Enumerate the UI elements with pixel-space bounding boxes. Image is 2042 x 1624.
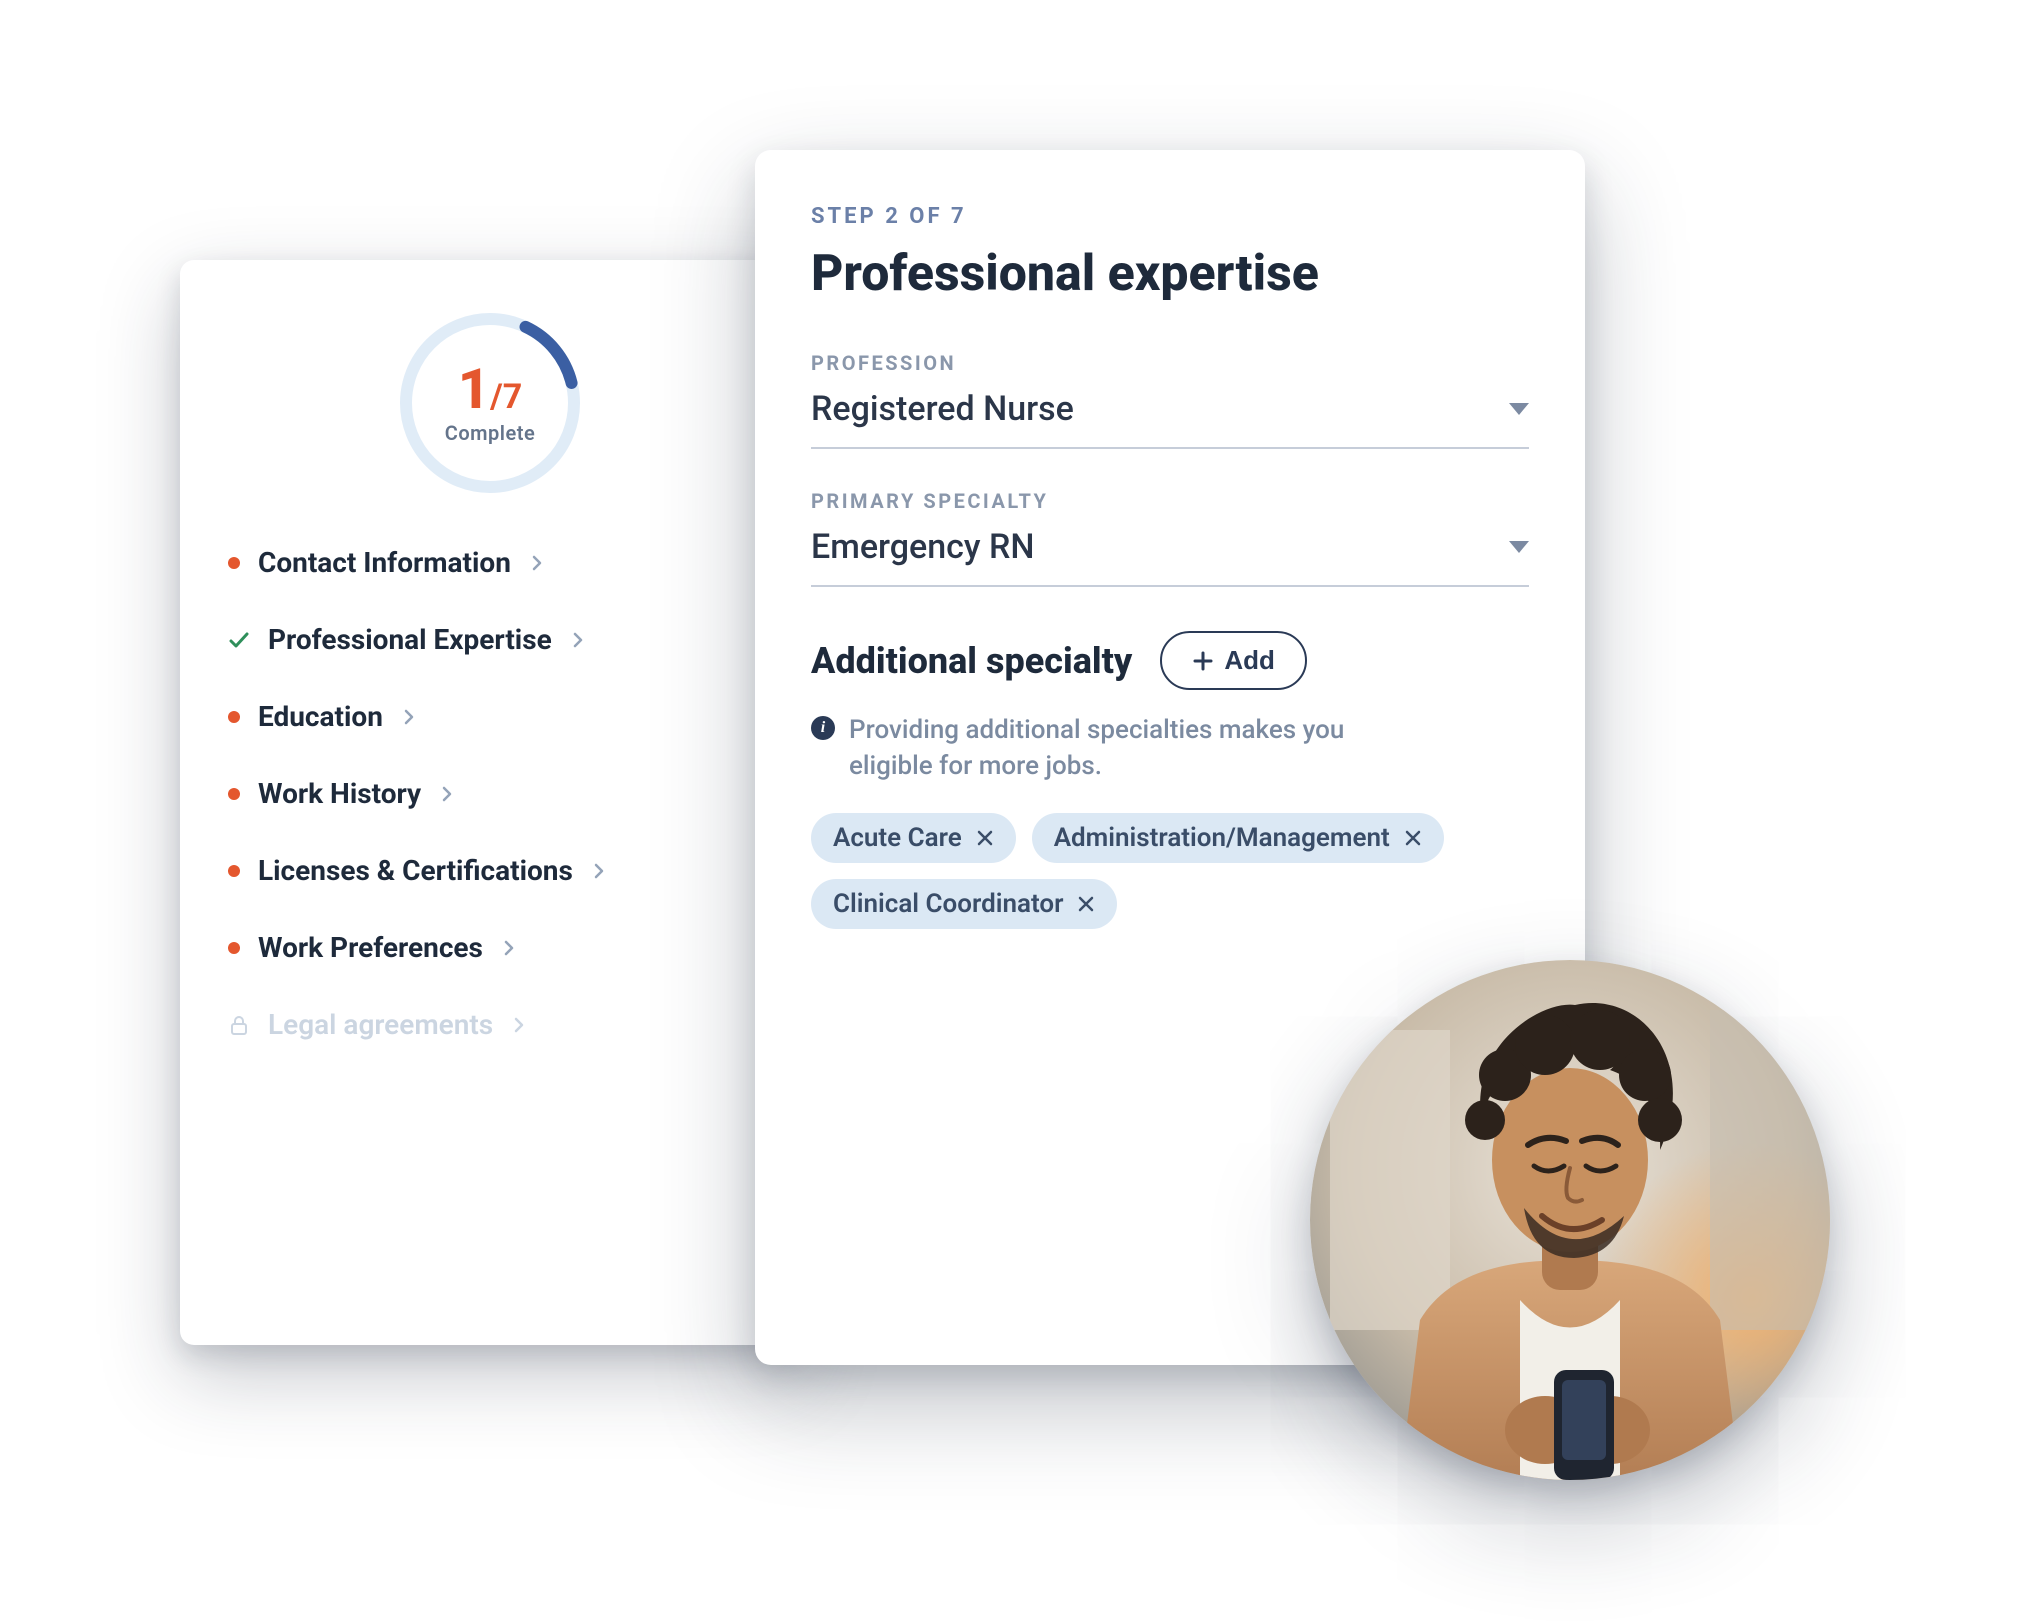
specialty-chip[interactable]: Administration/Management [1032,813,1444,863]
add-button-label: Add [1224,645,1275,676]
progress-total: 7 [503,377,523,417]
sidebar-item-label: Contact Information [258,546,511,579]
incomplete-dot-icon [228,557,240,569]
sidebar-item-education[interactable]: Education [228,700,752,733]
profession-select[interactable]: Registered Nurse [811,389,1529,449]
info-icon: i [811,716,835,740]
chevron-right-icon [501,940,517,956]
incomplete-dot-icon [228,865,240,877]
sidebar-item-label: Work History [258,777,421,810]
progress-current: 1 [458,356,490,422]
progress-sidebar: 1/7 Complete Contact Information Profess… [180,260,800,1345]
incomplete-dot-icon [228,942,240,954]
sidebar-item-legal-agreements: Legal agreements [228,1008,752,1041]
sidebar-item-label: Licenses & Certifications [258,854,573,887]
select-value: Emergency RN [811,527,1035,567]
chevron-right-icon [591,863,607,879]
chip-label: Administration/Management [1054,823,1390,853]
chip-label: Acute Care [833,823,962,853]
caret-down-icon [1509,403,1529,415]
chevron-right-icon [439,786,455,802]
sidebar-item-label: Education [258,700,383,733]
progress-indicator: 1/7 Complete [228,308,752,498]
sidebar-item-contact-information[interactable]: Contact Information [228,546,752,579]
chevron-right-icon [570,632,586,648]
step-indicator: STEP 2 OF 7 [811,204,1529,229]
avatar [1310,960,1830,1480]
progress-ring-icon: 1/7 Complete [395,308,585,498]
avatar-illustration-icon [1310,960,1830,1480]
add-specialty-button[interactable]: Add [1160,631,1307,690]
field-profession: PROFESSION Registered Nurse [811,351,1529,449]
sidebar-item-professional-expertise[interactable]: Professional Expertise [228,623,752,656]
progress-complete-label: Complete [445,421,535,445]
info-banner: i Providing additional specialties makes… [811,712,1529,785]
chevron-right-icon [401,709,417,725]
specialty-chip-list: Acute Care Administration/Management Cli… [811,813,1529,929]
sidebar-item-label: Professional Expertise [268,623,552,656]
info-text: Providing additional specialties makes y… [849,712,1429,785]
checkmark-icon [228,629,250,651]
primary-specialty-select[interactable]: Emergency RN [811,527,1529,587]
close-icon[interactable] [976,829,994,847]
lock-icon [228,1014,250,1036]
specialty-chip[interactable]: Acute Care [811,813,1016,863]
incomplete-dot-icon [228,788,240,800]
specialty-chip[interactable]: Clinical Coordinator [811,879,1117,929]
select-value: Registered Nurse [811,389,1074,429]
field-primary-specialty: PRIMARY SPECIALTY Emergency RN [811,489,1529,587]
sidebar-item-work-preferences[interactable]: Work Preferences [228,931,752,964]
progress-separator: / [490,377,503,417]
close-icon[interactable] [1404,829,1422,847]
sidebar-item-licenses[interactable]: Licenses & Certifications [228,854,752,887]
incomplete-dot-icon [228,711,240,723]
field-label: PROFESSION [811,351,1529,375]
plus-icon [1192,650,1214,672]
sidebar-item-label: Legal agreements [268,1008,493,1041]
chevron-right-icon [511,1017,527,1033]
chip-label: Clinical Coordinator [833,889,1063,919]
sidebar-nav: Contact Information Professional Experti… [228,546,752,1041]
field-label: PRIMARY SPECIALTY [811,489,1529,513]
sidebar-item-label: Work Preferences [258,931,483,964]
chevron-right-icon [529,555,545,571]
section-heading: Additional specialty [811,640,1132,682]
caret-down-icon [1509,541,1529,553]
additional-specialty-header: Additional specialty Add [811,631,1529,690]
close-icon[interactable] [1077,895,1095,913]
sidebar-item-work-history[interactable]: Work History [228,777,752,810]
page-title: Professional expertise [811,245,1529,303]
